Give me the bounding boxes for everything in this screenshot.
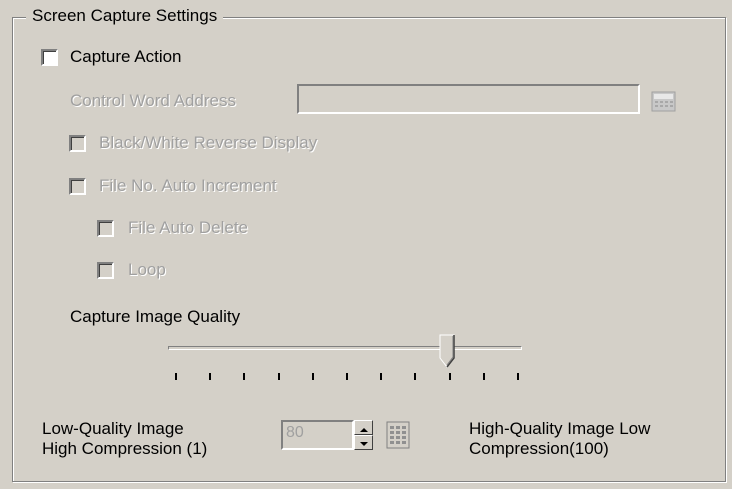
control-word-address-label: Control Word Address — [70, 91, 236, 110]
address-keypad-button[interactable] — [650, 88, 678, 114]
bw-reverse-label: Black/White Reverse Display — [99, 133, 318, 152]
auto-delete-label: File Auto Delete — [128, 218, 249, 237]
loop-checkbox[interactable] — [97, 262, 114, 279]
low-quality-label-line2: High Compression (1) — [42, 439, 208, 458]
chevron-up-icon — [360, 428, 368, 432]
quality-slider-thumb[interactable] — [439, 334, 455, 368]
auto-increment-checkbox[interactable] — [69, 178, 86, 195]
spin-up-button[interactable] — [354, 420, 373, 435]
chevron-down-icon — [360, 442, 368, 446]
slider-tick — [449, 373, 451, 380]
capture-image-quality-label: Capture Image Quality — [70, 307, 241, 326]
slider-tick — [414, 373, 416, 380]
low-quality-label-line1: Low-Quality Image — [42, 419, 184, 438]
quality-value-input[interactable]: 80 — [281, 420, 354, 450]
auto-increment-label: File No. Auto Increment — [99, 176, 277, 195]
keypad-icon — [651, 91, 676, 112]
high-quality-label-line2: Compression(100) — [469, 439, 609, 458]
high-quality-label-line1: High-Quality Image Low — [469, 419, 651, 438]
slider-tick — [312, 373, 314, 380]
bw-reverse-checkbox[interactable] — [69, 135, 86, 152]
capture-action-label[interactable]: Capture Action — [70, 47, 182, 67]
keypad-icon — [386, 421, 410, 449]
slider-tick — [346, 373, 348, 380]
spin-down-button[interactable] — [354, 435, 373, 450]
slider-tick — [380, 373, 382, 380]
quality-slider-track[interactable] — [168, 346, 522, 350]
slider-tick — [483, 373, 485, 380]
quality-spinner[interactable] — [354, 420, 373, 450]
auto-delete-checkbox[interactable] — [97, 220, 114, 237]
slider-tick — [517, 373, 519, 380]
quality-keypad-button[interactable] — [386, 421, 410, 449]
slider-tick — [278, 373, 280, 380]
capture-action-checkbox[interactable] — [41, 49, 58, 66]
slider-tick — [209, 373, 211, 380]
slider-tick — [175, 373, 177, 380]
loop-label: Loop — [128, 260, 166, 279]
slider-tick — [243, 373, 245, 380]
group-title: Screen Capture Settings — [26, 6, 224, 26]
control-word-address-input[interactable] — [297, 84, 640, 114]
